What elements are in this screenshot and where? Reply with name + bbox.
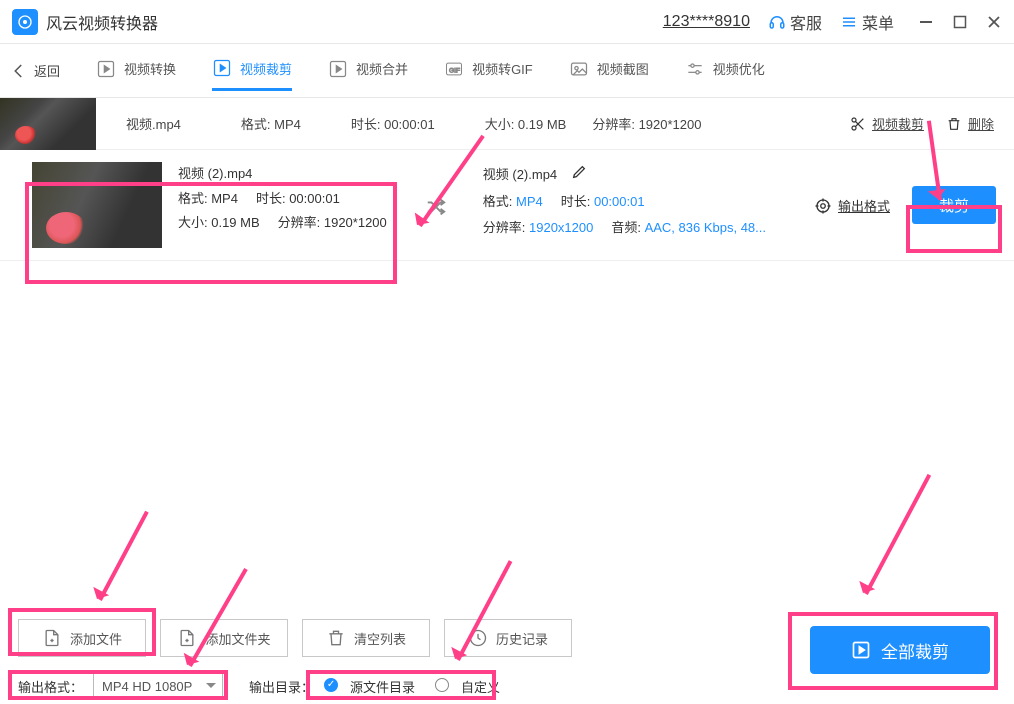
close-button[interactable]: [986, 14, 1002, 30]
support-button[interactable]: 客服: [768, 10, 822, 34]
tab-video-screenshot[interactable]: 视频截图: [569, 59, 649, 83]
resolution-label: 分辨率:: [483, 220, 529, 235]
radio-source-label: 源文件目录: [350, 677, 415, 696]
history-label: 历史记录: [496, 629, 548, 648]
file-duration: 时长: 00:00:01: [351, 114, 435, 133]
clear-list-label: 清空列表: [354, 629, 406, 648]
folder-plus-icon: [177, 628, 197, 648]
tab-label: 视频转GIF: [472, 59, 533, 78]
output-dir-label: 输出目录：: [249, 677, 314, 696]
support-label: 客服: [790, 10, 822, 34]
tab-video-gif[interactable]: GIF 视频转GIF: [444, 59, 533, 83]
format-label: 格式:: [483, 194, 516, 209]
back-button[interactable]: 返回: [10, 61, 60, 80]
file-plus-icon: [42, 628, 62, 648]
tab-label: 视频优化: [713, 59, 765, 78]
output-format-label: 输出格式: [838, 196, 890, 215]
source-name: 视频 (2).mp4: [178, 162, 387, 187]
tab-video-merge[interactable]: 视频合并: [328, 59, 408, 83]
radio-source-dir[interactable]: [324, 678, 338, 692]
back-label: 返回: [34, 61, 60, 80]
target-icon: [814, 197, 832, 215]
app-title: 风云视频转换器: [46, 10, 158, 34]
source-format: 格式: MP4: [178, 187, 238, 212]
source-resolution: 分辨率: 1920*1200: [278, 211, 387, 236]
play-box-icon: [851, 640, 871, 660]
crop-button[interactable]: 裁剪: [912, 186, 996, 224]
source-meta: 视频 (2).mp4 格式: MP4 时长: 00:00:01 大小: 0.19…: [178, 162, 387, 236]
add-folder-label: 添加文件夹: [205, 629, 270, 648]
file-detail-row: 视频 (2).mp4 格式: MP4 时长: 00:00:01 大小: 0.19…: [0, 150, 1014, 261]
audio-label: 音频:: [611, 220, 644, 235]
output-format-label: 输出格式：: [18, 677, 83, 696]
target-name: 视频 (2).mp4: [483, 167, 557, 182]
menu-label: 菜单: [862, 10, 894, 34]
crop-play-icon: [212, 58, 232, 78]
delete-label: 删除: [968, 114, 994, 133]
audio-value[interactable]: AAC, 836 Kbps, 48...: [645, 220, 766, 235]
edit-icon[interactable]: [571, 163, 587, 189]
radio-custom-dir[interactable]: [435, 678, 449, 692]
tab-label: 视频截图: [597, 59, 649, 78]
tab-label: 视频转换: [124, 59, 176, 78]
video-thumbnail: [32, 162, 162, 248]
clear-list-button[interactable]: 清空列表: [302, 619, 430, 657]
file-name: 视频.mp4: [126, 114, 181, 133]
add-file-label: 添加文件: [70, 629, 122, 648]
image-icon: [569, 59, 589, 79]
merge-icon: [328, 59, 348, 79]
file-size: 大小: 0.19 MB: [485, 114, 567, 133]
duration-label: 时长:: [561, 194, 594, 209]
target-meta: 视频 (2).mp4 格式: MP4 时长: 00:00:01 分辨率: 192…: [483, 162, 766, 241]
output-format-select[interactable]: MP4 HD 1080P: [93, 673, 223, 699]
gif-icon: GIF: [444, 59, 464, 79]
history-button[interactable]: 历史记录: [444, 619, 572, 657]
svg-text:GIF: GIF: [449, 67, 460, 74]
delete-action[interactable]: 删除: [946, 114, 994, 133]
crop-label: 视频裁剪: [872, 114, 924, 133]
file-format: 格式: MP4: [241, 114, 301, 133]
duration-value[interactable]: 00:00:01: [594, 194, 645, 209]
menu-icon: [840, 13, 858, 31]
source-duration: 时长: 00:00:01: [256, 187, 340, 212]
maximize-button[interactable]: [952, 14, 968, 30]
video-crop-action[interactable]: 视频裁剪: [850, 114, 924, 133]
shuffle-icon[interactable]: [425, 196, 447, 221]
scissors-icon: [850, 116, 866, 132]
tab-label: 视频裁剪: [240, 59, 292, 78]
resolution-value[interactable]: 1920x1200: [529, 220, 593, 235]
trash-icon: [946, 116, 962, 132]
crop-all-button[interactable]: 全部裁剪: [810, 626, 990, 674]
headset-icon: [768, 13, 786, 31]
source-size: 大小: 0.19 MB: [178, 211, 260, 236]
file-row[interactable]: 视频.mp4 格式: MP4 时长: 00:00:01 大小: 0.19 MB …: [0, 98, 1014, 150]
video-thumbnail: [0, 98, 96, 150]
app-logo: [12, 9, 38, 35]
file-resolution: 分辨率: 1920*1200: [592, 114, 701, 133]
trash-icon: [326, 628, 346, 648]
sliders-icon: [685, 59, 705, 79]
account-link[interactable]: 123****8910: [663, 13, 750, 31]
menu-button[interactable]: 菜单: [840, 10, 894, 34]
clock-icon: [468, 628, 488, 648]
tab-video-crop[interactable]: 视频裁剪: [212, 58, 292, 91]
arrow-left-icon: [10, 62, 28, 80]
radio-custom-label: 自定义: [461, 677, 500, 696]
tab-video-optimize[interactable]: 视频优化: [685, 59, 765, 83]
play-icon: [96, 59, 116, 79]
crop-all-label: 全部裁剪: [881, 638, 949, 663]
minimize-button[interactable]: [918, 14, 934, 30]
tab-video-convert[interactable]: 视频转换: [96, 59, 176, 83]
tab-label: 视频合并: [356, 59, 408, 78]
add-file-button[interactable]: 添加文件: [18, 619, 146, 657]
format-value[interactable]: MP4: [516, 194, 543, 209]
output-format-value: MP4 HD 1080P: [102, 679, 192, 694]
add-folder-button[interactable]: 添加文件夹: [160, 619, 288, 657]
output-format-button[interactable]: 输出格式: [814, 196, 890, 215]
